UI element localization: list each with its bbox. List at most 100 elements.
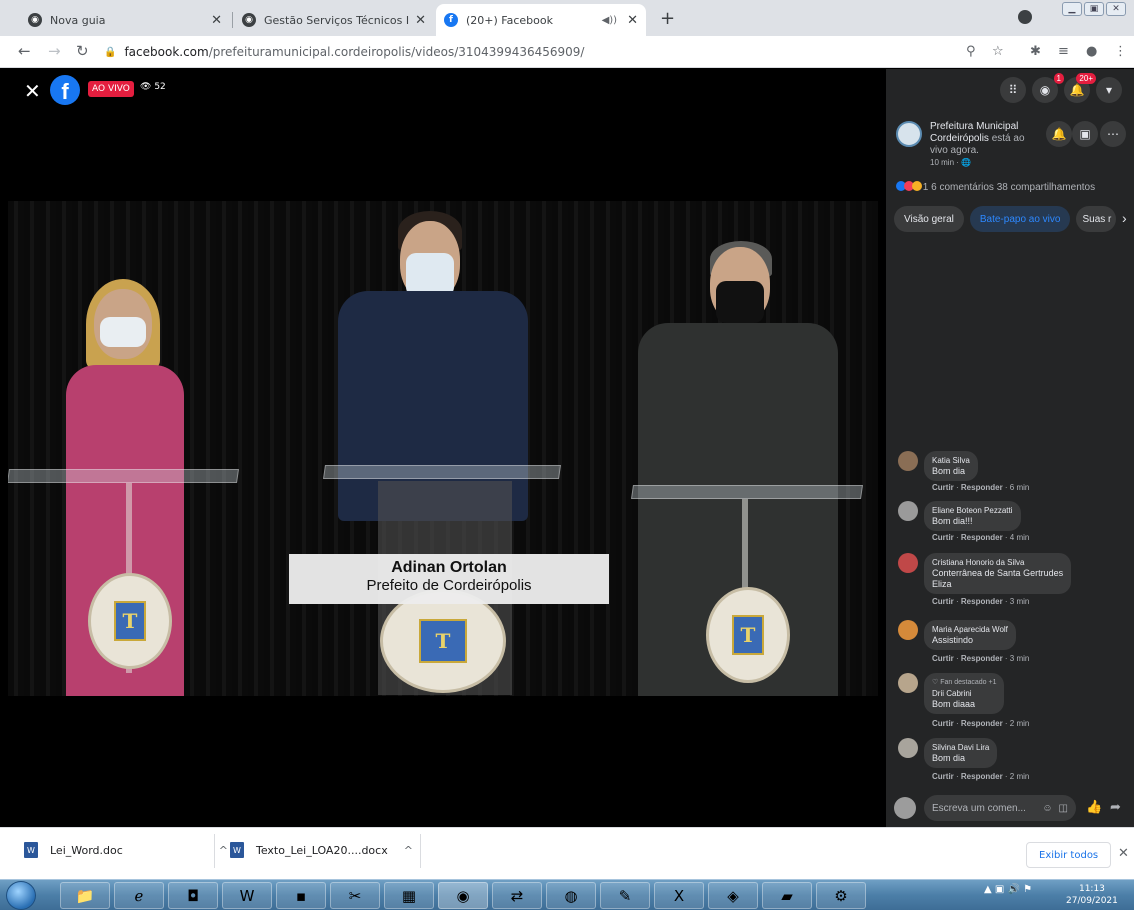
tabs-scroll-right-icon[interactable]: › bbox=[1122, 210, 1127, 226]
comment-author[interactable]: Silvina Davi Lira bbox=[932, 742, 989, 753]
close-tab-icon[interactable]: ✕ bbox=[627, 13, 638, 28]
like-link[interactable]: Curtir bbox=[932, 719, 954, 728]
avatar[interactable] bbox=[898, 673, 918, 693]
comment-text: Bom dia bbox=[932, 753, 966, 763]
paint-icon[interactable]: ✎ bbox=[600, 882, 650, 909]
reply-link[interactable]: Responder bbox=[961, 533, 1003, 542]
reply-link[interactable]: Responder bbox=[961, 654, 1003, 663]
reply-link[interactable]: Responder bbox=[961, 772, 1003, 781]
sticker-icon[interactable]: ◫ bbox=[1059, 803, 1068, 814]
command-prompt-icon[interactable]: ▪ bbox=[276, 882, 326, 909]
comment-author[interactable]: Cristiana Honorio da Silva bbox=[932, 557, 1063, 568]
address-bar[interactable]: 🔒 facebook.com/prefeituramunicipal.corde… bbox=[104, 39, 994, 65]
excel-icon[interactable]: X bbox=[654, 882, 704, 909]
reaction-summary[interactable]: 1 6 comentários 38 compartilhamentos bbox=[896, 181, 1095, 193]
word-icon[interactable]: W bbox=[222, 882, 272, 909]
comment-author[interactable]: Maria Aparecida Wolf bbox=[932, 624, 1008, 635]
forward-icon[interactable]: → bbox=[48, 42, 61, 60]
network-icon[interactable]: ▣ bbox=[995, 884, 1004, 895]
avatar[interactable] bbox=[898, 620, 918, 640]
comment-author[interactable]: Katia Silva bbox=[932, 455, 970, 466]
like-link[interactable]: Curtir bbox=[932, 654, 954, 663]
close-tab-icon[interactable]: ✕ bbox=[415, 13, 426, 28]
chevron-up-icon[interactable]: ^ bbox=[219, 844, 228, 857]
page-avatar[interactable] bbox=[896, 121, 922, 147]
media-controls-icon[interactable]: ≡ bbox=[1058, 44, 1069, 59]
close-tab-icon[interactable]: ✕ bbox=[211, 13, 222, 28]
notepad-icon[interactable]: ▰ bbox=[762, 882, 812, 909]
messenger-icon[interactable]: ◉ 1 bbox=[1032, 73, 1064, 103]
tab-nova-guia[interactable]: ◉ Nova guia ✕ bbox=[20, 4, 230, 36]
facebook-logo-icon[interactable]: f bbox=[50, 75, 80, 105]
volume-icon[interactable]: 🔊 bbox=[1008, 884, 1020, 895]
emoji-icon[interactable]: ☺ bbox=[1042, 803, 1052, 814]
menu-icon[interactable]: ⋮ bbox=[1114, 44, 1127, 59]
avatar[interactable] bbox=[898, 553, 918, 573]
outlook-icon[interactable]: ◘ bbox=[168, 882, 218, 909]
comment-count[interactable]: 6 comentários bbox=[931, 182, 994, 193]
account-icon[interactable]: ● bbox=[1086, 44, 1097, 59]
calculator-icon[interactable]: ▦ bbox=[384, 882, 434, 909]
download-item[interactable]: W Texto_Lei_LOA20....docx ^ bbox=[230, 842, 413, 858]
settings-app-icon[interactable]: ⚙ bbox=[816, 882, 866, 909]
like-thumb-icon[interactable]: 👍 bbox=[1086, 799, 1102, 815]
comment-author[interactable]: Eliane Boteon Pezzatti bbox=[932, 505, 1013, 516]
lock-icon[interactable]: 🔒 bbox=[104, 47, 116, 58]
audio-playing-icon[interactable]: ◀)) bbox=[602, 15, 618, 26]
file-explorer-icon[interactable]: 📁 bbox=[60, 882, 110, 909]
extensions-icon[interactable]: ✱ bbox=[1030, 44, 1041, 59]
maximize-button[interactable]: ▣ bbox=[1084, 2, 1104, 16]
live-video-player[interactable]: T T T Adinan Ortolan Prefeito de Cordeir… bbox=[0, 69, 886, 827]
like-link[interactable]: Curtir bbox=[932, 533, 954, 542]
share-count[interactable]: 38 compartilhamentos bbox=[997, 182, 1095, 193]
chevron-up-icon[interactable]: ^ bbox=[404, 844, 413, 857]
save-icon[interactable]: ▣ bbox=[1072, 121, 1098, 147]
like-link[interactable]: Curtir bbox=[932, 772, 954, 781]
close-window-button[interactable]: ✕ bbox=[1106, 2, 1126, 16]
snipping-tool-icon[interactable]: ✂ bbox=[330, 882, 380, 909]
chrome-taskbar-icon[interactable]: ◉ bbox=[438, 882, 488, 909]
remote-desktop-icon[interactable]: ⇄ bbox=[492, 882, 542, 909]
tab-facebook[interactable]: f (20+) Facebook ◀)) ✕ bbox=[436, 4, 646, 36]
firefox-icon[interactable]: ◍ bbox=[546, 882, 596, 909]
tray-arrow-icon[interactable]: ▲ bbox=[984, 884, 992, 895]
account-dropdown-icon[interactable]: ▾ bbox=[1096, 77, 1122, 103]
tab-your-reactions[interactable]: Suas r bbox=[1076, 206, 1117, 232]
reload-icon[interactable]: ↻ bbox=[76, 42, 89, 60]
bookmark-star-icon[interactable]: ☆ bbox=[992, 44, 1004, 59]
avatar[interactable] bbox=[894, 797, 916, 819]
more-options-icon[interactable]: ⋯ bbox=[1100, 121, 1126, 147]
internet-explorer-icon[interactable]: ℯ bbox=[114, 882, 164, 909]
taskbar-clock[interactable]: 11:13 27/09/2021 bbox=[1066, 883, 1118, 907]
avatar[interactable] bbox=[898, 451, 918, 471]
comment-author[interactable]: Drii Cabrini bbox=[932, 688, 996, 699]
avatar[interactable] bbox=[898, 501, 918, 521]
back-icon[interactable]: ← bbox=[18, 42, 31, 60]
menu-grid-icon[interactable]: ⠿ bbox=[1000, 77, 1026, 103]
profile-icon[interactable] bbox=[1018, 10, 1032, 24]
tab-gestao[interactable]: ◉ Gestão Serviços Técnicos IBNS ✕ bbox=[234, 4, 434, 36]
new-tab-button[interactable]: + bbox=[660, 8, 675, 29]
tab-live-chat[interactable]: Bate-papo ao vivo bbox=[969, 206, 1071, 232]
notifications-bell-icon[interactable]: 🔔 20+ bbox=[1064, 73, 1096, 103]
system-tray[interactable]: ▲ ▣ 🔊 ⚑ bbox=[984, 884, 1032, 895]
reply-link[interactable]: Responder bbox=[961, 719, 1003, 728]
close-download-bar-icon[interactable]: ✕ bbox=[1118, 846, 1129, 861]
start-button[interactable] bbox=[6, 881, 36, 910]
comment-input[interactable]: Escreva um comen... ☺ ◫ bbox=[924, 795, 1076, 821]
like-link[interactable]: Curtir bbox=[932, 483, 954, 492]
like-link[interactable]: Curtir bbox=[932, 597, 954, 606]
action-flag-icon[interactable]: ⚑ bbox=[1023, 884, 1032, 895]
show-all-downloads-button[interactable]: Exibir todos bbox=[1026, 842, 1112, 868]
close-video-icon[interactable]: ✕ bbox=[24, 79, 41, 103]
reply-link[interactable]: Responder bbox=[961, 483, 1003, 492]
zoom-icon[interactable]: ⚲ bbox=[966, 44, 976, 59]
tool-app-icon[interactable]: ◈ bbox=[708, 882, 758, 909]
follow-bell-icon[interactable]: 🔔 bbox=[1046, 121, 1072, 147]
minimize-button[interactable]: ▁ bbox=[1062, 2, 1082, 16]
tab-overview[interactable]: Visão geral bbox=[894, 206, 964, 232]
avatar[interactable] bbox=[898, 738, 918, 758]
download-item[interactable]: W Lei_Word.doc ^ bbox=[24, 842, 228, 858]
reply-link[interactable]: Responder bbox=[961, 597, 1003, 606]
share-arrow-icon[interactable]: ➦ bbox=[1110, 799, 1121, 815]
